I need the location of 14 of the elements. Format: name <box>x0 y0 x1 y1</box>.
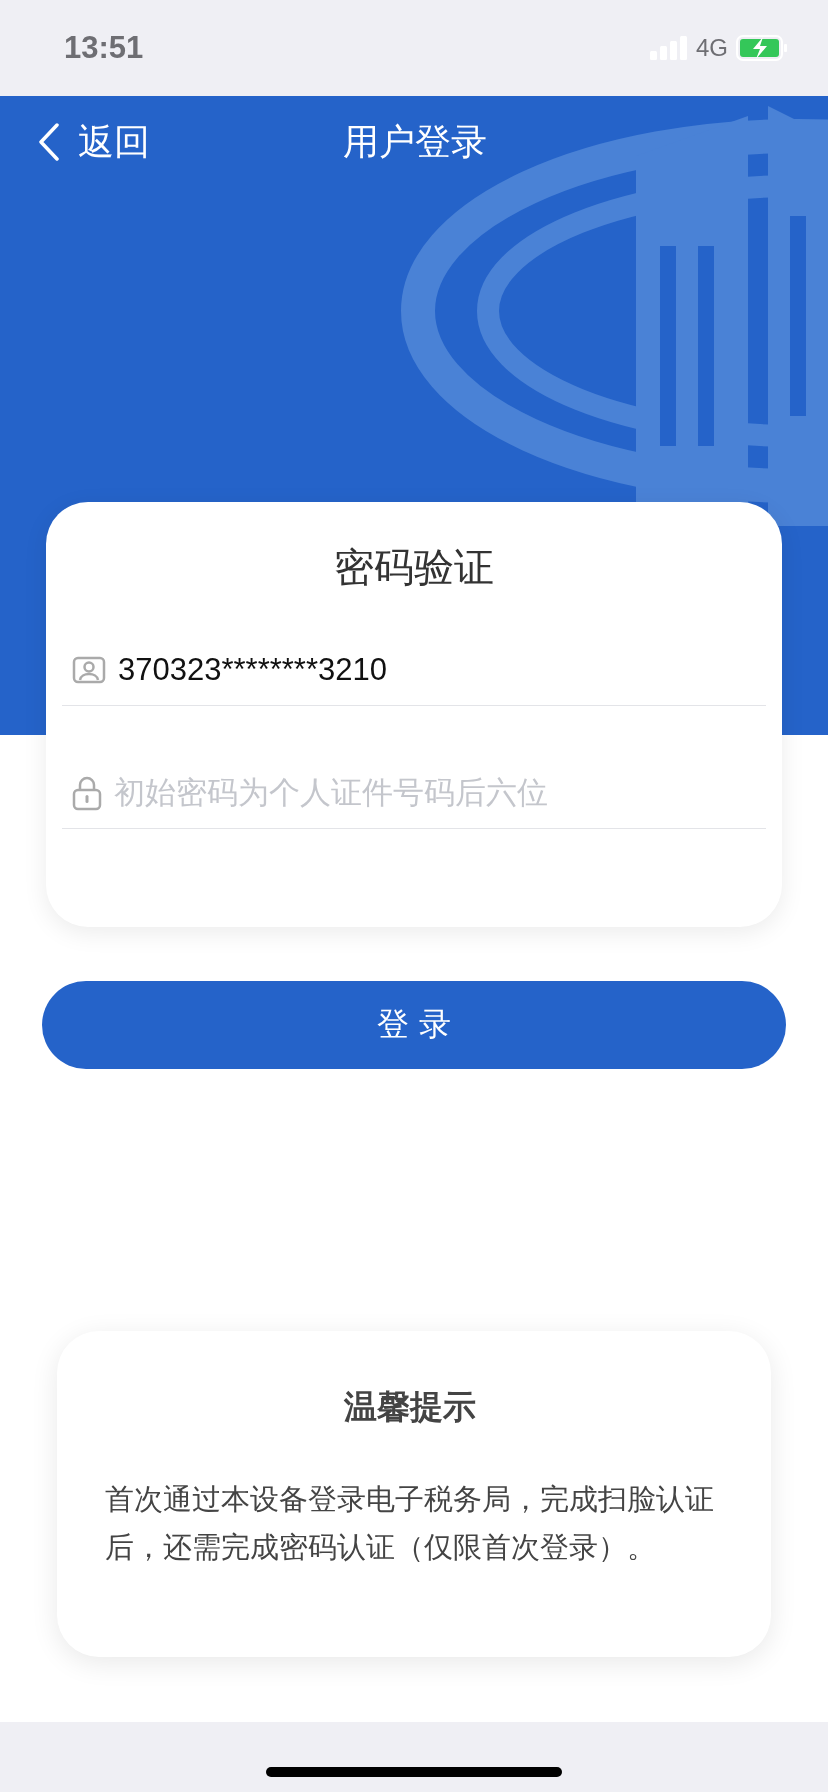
card-title: 密码验证 <box>333 543 495 592</box>
back-button[interactable]: 返回 <box>38 117 150 167</box>
status-time: 13:51 <box>64 30 144 66</box>
chevron-left-icon <box>38 123 60 161</box>
page-title: 用户登录 <box>343 119 487 164</box>
battery-charging-icon <box>736 35 788 61</box>
network-label: 4G <box>696 34 728 62</box>
password-field[interactable]: 初始密码为个人证件号码后六位 <box>114 775 766 811</box>
id-number-field[interactable]: 370323********3210 <box>118 652 766 688</box>
login-button[interactable]: 登 录 <box>42 981 786 1069</box>
lock-icon <box>72 775 102 811</box>
tip-title: 温馨提示 <box>343 1386 477 1428</box>
id-card-icon <box>72 656 106 684</box>
tip-text: 首次通过本设备登录电子税务局，完成扫脸认证后，还需完成密码认证（仅限首次登录）。 <box>105 1482 715 1566</box>
